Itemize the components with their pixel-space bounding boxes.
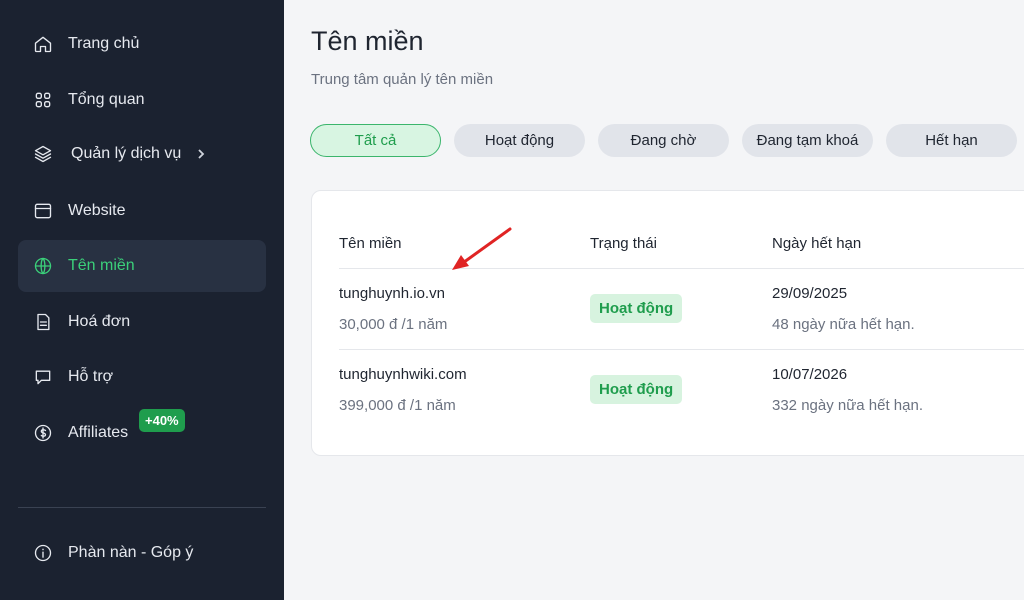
info-icon bbox=[32, 542, 54, 564]
expiry-date: 29/09/2025 bbox=[772, 285, 848, 302]
home-icon bbox=[32, 33, 54, 55]
sidebar-item-overview[interactable]: Tổng quan bbox=[18, 74, 266, 126]
sidebar-item-label: Trang chủ bbox=[68, 35, 140, 52]
filter-active[interactable]: Hoạt động bbox=[454, 124, 585, 157]
chevron-right-icon bbox=[195, 147, 209, 161]
filter-tabs: Tất cả Hoạt động Đang chờ Đang tạm khoá … bbox=[310, 124, 1017, 157]
sidebar-item-invoices[interactable]: Hoá đơn bbox=[18, 296, 266, 348]
filter-all[interactable]: Tất cả bbox=[310, 124, 441, 157]
affiliate-badge: +40% bbox=[139, 409, 185, 432]
grid-icon bbox=[32, 89, 54, 111]
sidebar-item-label: Hoá đơn bbox=[68, 313, 131, 330]
sidebar-item-services[interactable]: Quản lý dịch vụ bbox=[18, 128, 266, 180]
sidebar-item-label: Website bbox=[68, 202, 126, 219]
sidebar-item-label: Affiliates bbox=[68, 424, 129, 441]
domains-table: Tên miền Trạng thái Ngày hết hạn tunghuy… bbox=[311, 190, 1024, 456]
expiry-remaining: 332 ngày nữa hết hạn. bbox=[772, 397, 923, 414]
header-domain: Tên miền bbox=[339, 235, 402, 252]
layers-icon bbox=[32, 143, 54, 165]
sidebar-item-support[interactable]: Hỗ trợ bbox=[18, 351, 266, 403]
sidebar-item-label: Tên miền bbox=[68, 257, 135, 274]
main-content: Tên miền Trung tâm quản lý tên miền Tất … bbox=[284, 0, 1024, 600]
browser-icon bbox=[32, 200, 54, 222]
chat-icon bbox=[32, 366, 54, 388]
globe-icon bbox=[32, 255, 54, 277]
page-title: Tên miền bbox=[311, 26, 424, 56]
filter-pending[interactable]: Đang chờ bbox=[598, 124, 729, 157]
row-divider bbox=[339, 349, 1024, 350]
sidebar-divider bbox=[18, 507, 266, 508]
invoice-icon bbox=[32, 311, 54, 333]
dollar-icon bbox=[32, 422, 54, 444]
domain-name[interactable]: tunghuynhwiki.com bbox=[339, 366, 467, 383]
sidebar-item-feedback[interactable]: Phàn nàn - Góp ý bbox=[18, 527, 266, 579]
sidebar-item-label: Hỗ trợ bbox=[68, 368, 114, 385]
domain-name[interactable]: tunghuynh.io.vn bbox=[339, 285, 445, 302]
sidebar-item-domains[interactable]: Tên miền bbox=[18, 240, 266, 292]
filter-expired[interactable]: Hết hạn bbox=[886, 124, 1017, 157]
sidebar-item-label: Quản lý dịch vụ bbox=[71, 145, 182, 162]
sidebar: Trang chủ Tổng quan Quản lý dịch vụ Webs… bbox=[0, 0, 284, 600]
domain-price: 399,000 đ /1 năm bbox=[339, 397, 456, 414]
expiry-date: 10/07/2026 bbox=[772, 366, 848, 383]
sidebar-item-website[interactable]: Website bbox=[18, 185, 266, 237]
sidebar-item-label: Tổng quan bbox=[68, 91, 145, 108]
annotation-arrow-icon bbox=[452, 227, 512, 270]
filter-suspended[interactable]: Đang tạm khoá bbox=[742, 124, 873, 157]
expiry-remaining: 48 ngày nữa hết hạn. bbox=[772, 316, 915, 333]
row-divider bbox=[339, 268, 1024, 269]
page-subtitle: Trung tâm quản lý tên miền bbox=[311, 71, 494, 88]
sidebar-item-home[interactable]: Trang chủ bbox=[18, 18, 266, 70]
status-badge: Hoạt động bbox=[590, 375, 683, 404]
sidebar-item-label: Phàn nàn - Góp ý bbox=[68, 544, 194, 561]
domain-price: 30,000 đ /1 năm bbox=[339, 316, 448, 333]
header-expiry: Ngày hết hạn bbox=[772, 235, 862, 252]
status-badge: Hoạt động bbox=[590, 294, 683, 323]
header-status: Trạng thái bbox=[590, 235, 657, 252]
